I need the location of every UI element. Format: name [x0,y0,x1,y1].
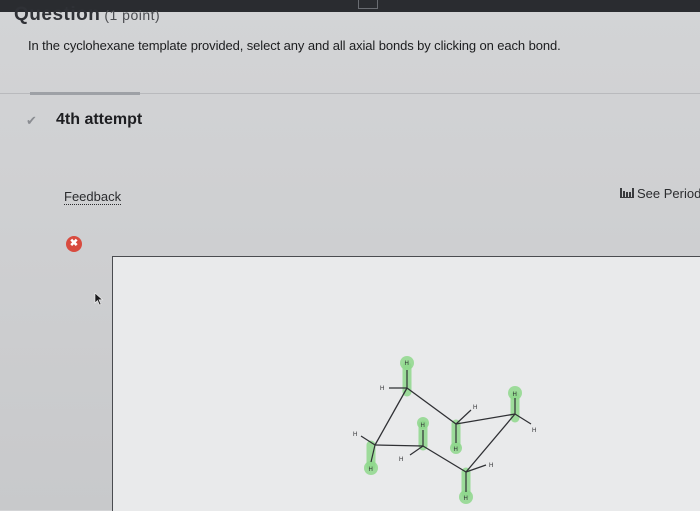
cyclohexane-chair[interactable]: H H H H H H H H H H H H [0,0,700,510]
equatorial-bond[interactable] [409,445,424,456]
ring-bond[interactable] [374,444,424,447]
ring-bond[interactable] [374,387,408,446]
atom-label-h: H [399,457,403,463]
hydrogen-labels: H H H H H H H H H H H H [353,361,536,502]
atom-label-h: H [405,361,409,367]
atom-label-h: H [473,405,477,411]
substituent-bonds[interactable] [360,370,532,492]
atom-label-h: H [513,392,517,398]
ring-bond[interactable] [406,387,457,425]
atom-label-h: H [369,467,373,473]
atom-label-h: H [464,496,468,502]
atom-label-h: H [421,423,425,429]
atom-label-h: H [380,386,384,392]
atom-label-h: H [489,463,493,469]
atom-highlights [364,356,522,504]
ring-bonds[interactable] [374,387,516,473]
axial-bond-highlights[interactable] [366,361,520,499]
atom-label-h: H [353,432,357,438]
atom-label-h: H [454,447,458,453]
atom-label-h: H [532,428,536,434]
